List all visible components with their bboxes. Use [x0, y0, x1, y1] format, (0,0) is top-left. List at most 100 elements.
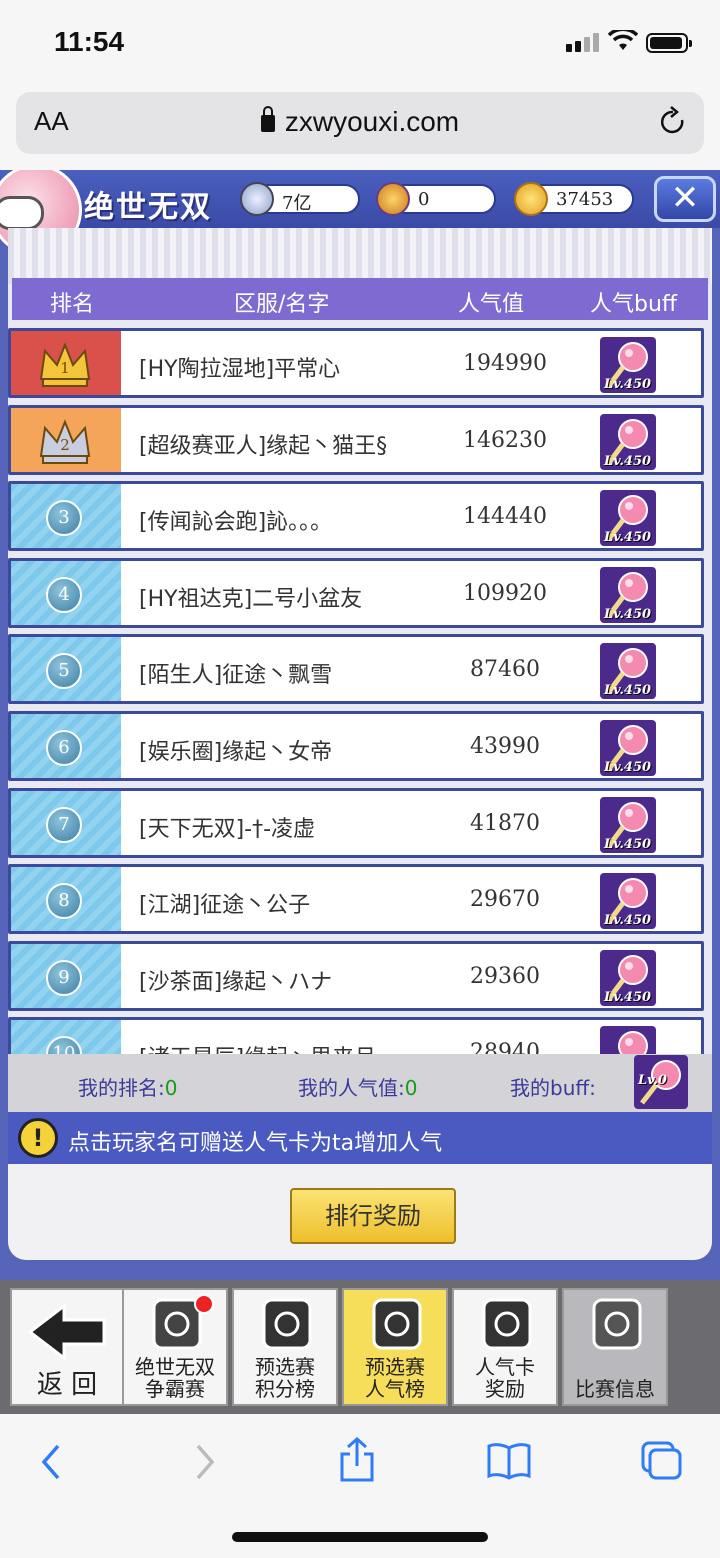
table-row[interactable]: 1 [HY陶拉湿地]平常心 194990 Lv.450: [8, 328, 704, 398]
table-row[interactable]: 10 [诸天星辰]缘起丶思来月 28940 Lv.450: [8, 1017, 704, 1054]
player-name[interactable]: [天下无双]-†-凌虚: [139, 811, 315, 843]
popularity-buff-icon[interactable]: Lv.450: [600, 720, 656, 776]
table-row[interactable]: 3 [传闻訫会跑]訫。。。 144440 Lv.450: [8, 481, 704, 552]
player-name[interactable]: [娱乐圈]缘起丶女帝: [139, 734, 332, 766]
popularity-buff-icon[interactable]: Lv.450: [600, 796, 656, 853]
rank-number: 7: [46, 806, 82, 843]
popularity-value: 28940: [470, 1040, 540, 1054]
address-bar[interactable]: AA zxwyouxi.com: [16, 92, 704, 154]
url-field[interactable]: zxwyouxi.com: [16, 106, 704, 138]
popularity-buff-icon[interactable]: Lv.450: [600, 949, 656, 1006]
reload-icon[interactable]: [658, 106, 688, 138]
player-name[interactable]: [HY祖达克]二号小盆友: [139, 581, 362, 613]
player-name[interactable]: [沙茶面]缘起丶ハナ: [139, 964, 332, 996]
browser-toolbar: [0, 1414, 720, 1558]
popularity-buff-icon[interactable]: Lv.450: [600, 566, 656, 623]
lock-icon: [260, 106, 275, 132]
silver-crown-icon: 2: [39, 418, 91, 464]
rank-cell: 10: [11, 1020, 121, 1054]
share-icon[interactable]: [338, 1436, 376, 1484]
table-row[interactable]: 5 [陌生人]征途丶飘雪 87460 Lv.450: [8, 634, 704, 705]
popularity-value: 29360: [470, 963, 540, 989]
gold-crown-icon: 1: [39, 342, 91, 387]
rank-number: 8: [46, 883, 82, 920]
bookmarks-icon[interactable]: [486, 1442, 532, 1480]
rank-cell: 3: [11, 484, 121, 549]
my-value-value: 0: [404, 1076, 418, 1100]
rank-cell: 1: [11, 331, 121, 395]
player-name[interactable]: [诸天星辰]缘起丶思来月: [139, 1040, 376, 1054]
rank-cell: 9: [11, 943, 121, 1008]
tab-championship[interactable]: 绝世无双 争霸赛: [122, 1288, 228, 1406]
tabs-icon[interactable]: [640, 1440, 684, 1482]
buff-level: Lv.450: [604, 453, 652, 469]
star-shield-icon: [258, 1296, 316, 1352]
rank-number: 6: [46, 730, 82, 766]
my-value-label: 我的人气值:: [298, 1076, 405, 1100]
popularity-buff-icon[interactable]: Lv.450: [600, 337, 656, 393]
tab-match-info[interactable]: 比赛信息: [562, 1288, 668, 1406]
buff-level: Lv.450: [604, 913, 652, 929]
player-name[interactable]: [传闻訫会跑]訫。。。: [139, 504, 332, 536]
popularity-value: 109920: [463, 580, 547, 606]
book-icon: [588, 1296, 646, 1352]
my-buff-icon[interactable]: Lv.0: [634, 1055, 688, 1109]
my-rank-value: 0: [164, 1076, 178, 1100]
buff-level: Lv.450: [604, 760, 652, 775]
buff-level: Lv.450: [604, 683, 652, 699]
popularity-value: 194990: [463, 351, 547, 376]
player-name[interactable]: [陌生人]征途丶飘雪: [139, 657, 332, 689]
notification-dot: [194, 1294, 214, 1314]
table-row[interactable]: 8 [江湖]征途丶公子 29670 Lv.450: [8, 864, 704, 935]
battery-icon: [646, 33, 692, 53]
tab-prelim-popularity[interactable]: 预选赛 人气榜: [342, 1288, 448, 1406]
rank-number: 10: [46, 1036, 82, 1054]
popularity-value: 146230: [463, 427, 547, 453]
rank-number: 4: [46, 576, 82, 613]
buff-level: Lv.450: [604, 836, 652, 852]
popularity-buff-icon[interactable]: Lv.450: [600, 643, 656, 700]
back-icon[interactable]: [38, 1442, 64, 1482]
buff-level: Lv.450: [604, 989, 652, 1005]
my-value: 我的人气值:0: [298, 1072, 417, 1101]
game-view: 绝世无双 7亿 0 37453 ✕ 排名 区服/名字 人气值 人气buff 1[…: [0, 170, 720, 1414]
table-row[interactable]: 2 [超级赛亚人]缘起丶猫王§ 146230 Lv.450: [8, 404, 704, 475]
tab-prelim-points[interactable]: 预选赛 积分榜: [232, 1288, 338, 1406]
table-row[interactable]: 9 [沙茶面]缘起丶ハナ 29360 Lv.450: [8, 940, 704, 1011]
bottom-tabs: 返 回 绝世无双 争霸赛 预选赛 积分榜 预选赛 人气榜 人气卡 奖励 比赛信息: [0, 1280, 720, 1414]
tab-popularity-card[interactable]: 人气卡 奖励: [452, 1288, 558, 1406]
rank-cell: 7: [11, 790, 121, 855]
wifi-icon: [608, 30, 638, 50]
flame-card-icon: [478, 1296, 536, 1352]
popularity-value: 29670: [470, 887, 540, 913]
popularity-value: 43990: [470, 734, 540, 759]
table-row[interactable]: 6 [娱乐圈]缘起丶女帝 43990 Lv.450: [8, 711, 704, 781]
rank-cell: 6: [11, 714, 121, 778]
player-name[interactable]: [江湖]征途丶公子: [139, 887, 310, 919]
exclamation-icon: !: [18, 1118, 58, 1158]
rank-number: 3: [46, 500, 82, 537]
back-arrow-icon: [24, 1302, 112, 1362]
forward-icon[interactable]: [192, 1442, 218, 1482]
ranking-reward-button[interactable]: 排行奖励: [290, 1188, 456, 1244]
table-row[interactable]: 4 [HY祖达克]二号小盆友 109920 Lv.450: [8, 557, 704, 628]
buff-level: Lv.0: [638, 1073, 667, 1088]
my-rank: 我的排名:0: [78, 1072, 177, 1101]
popularity-buff-icon[interactable]: Lv.450: [600, 490, 656, 547]
popularity-buff-icon[interactable]: Lv.450: [600, 413, 656, 470]
reward-area: 排行奖励: [8, 1164, 712, 1260]
tab-label: 比赛信息: [575, 1377, 655, 1401]
tab-label: 绝世无双 争霸赛: [135, 1355, 215, 1401]
table-row[interactable]: 7 [天下无双]-†-凌虚 41870 Lv.450: [8, 787, 704, 858]
ranking-list: 1 [HY陶拉湿地]平常心 194990 Lv.450 2 [超级赛亚人]缘起丶猫王§ 14…: [0, 170, 720, 1054]
my-stats-bar: 我的排名:0 我的人气值:0 我的buff: Lv.0: [8, 1054, 712, 1112]
popularity-buff-icon[interactable]: Lv.450: [600, 1026, 656, 1054]
popularity-buff-icon[interactable]: Lv.450: [600, 873, 656, 930]
player-name[interactable]: [超级赛亚人]缘起丶猫王§: [139, 428, 387, 460]
rank-number: 2: [60, 436, 70, 454]
player-name[interactable]: [HY陶拉湿地]平常心: [139, 351, 340, 383]
my-rank-label: 我的排名:: [78, 1076, 165, 1100]
buff-level: Lv.450: [604, 377, 652, 392]
tab-back[interactable]: 返 回: [10, 1288, 124, 1406]
tip-text: 点击玩家名可赠送人气卡为ta增加人气: [68, 1131, 443, 1156]
